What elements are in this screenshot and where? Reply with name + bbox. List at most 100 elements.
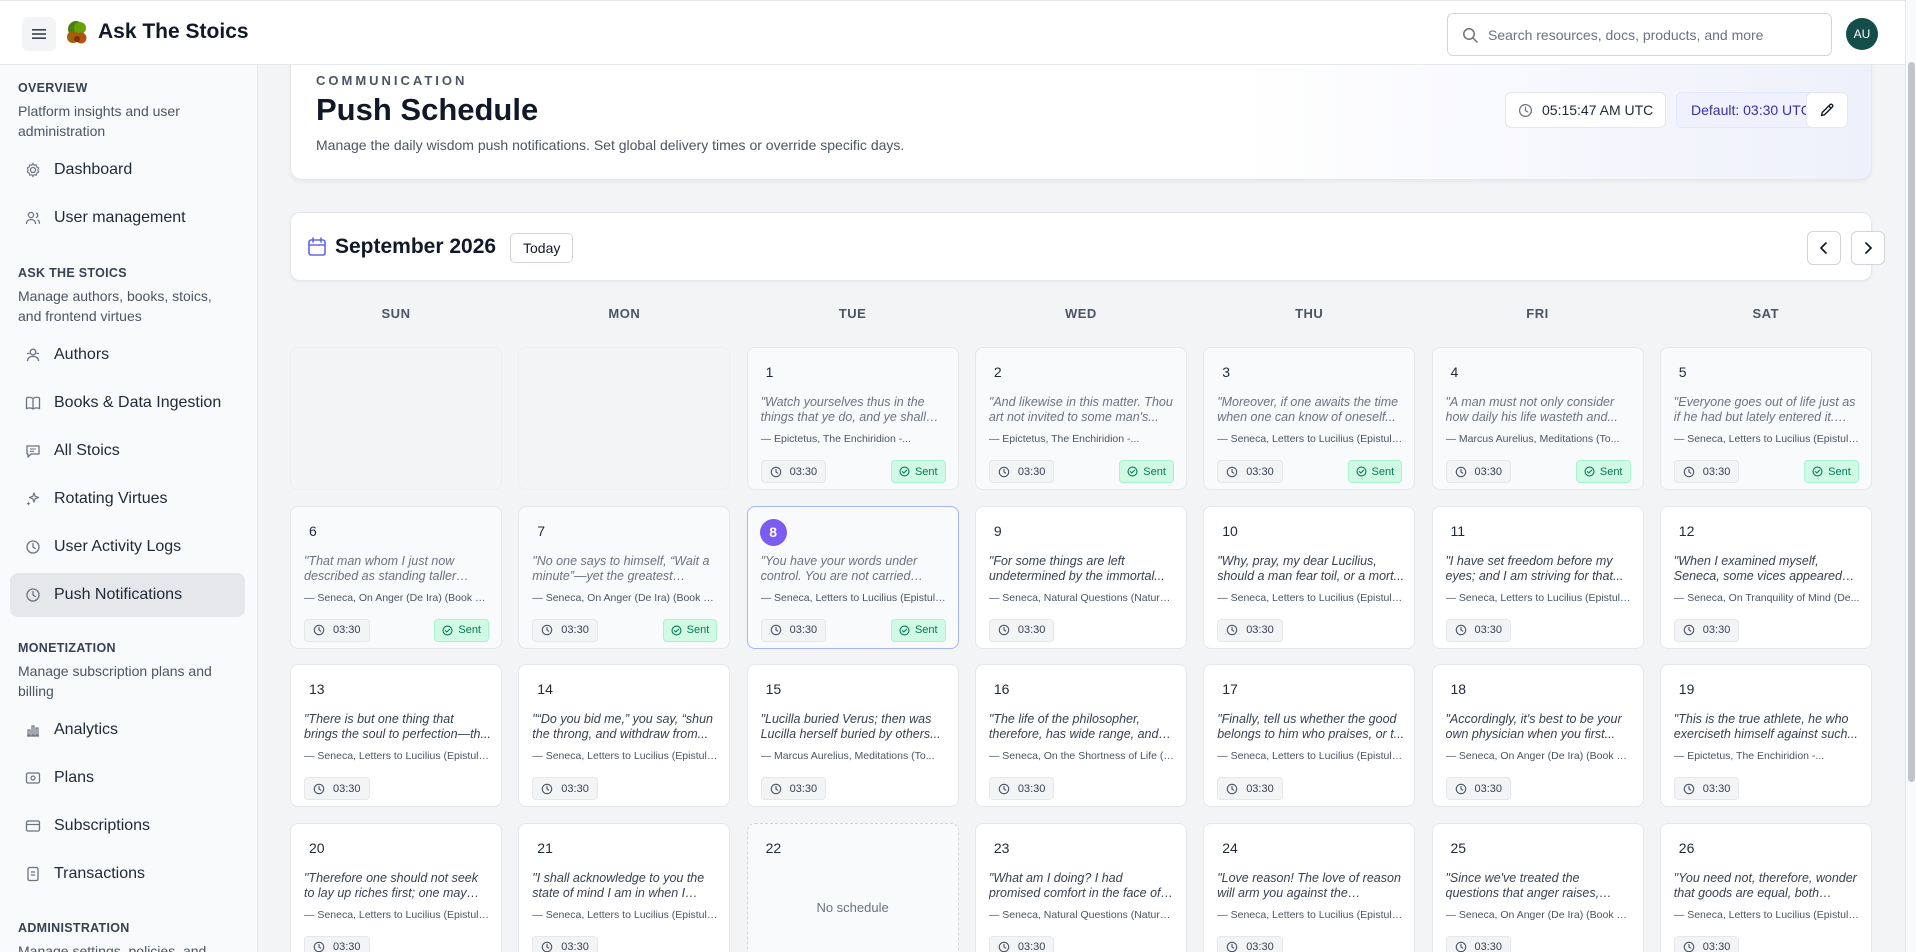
- sidebar-item-analytics[interactable]: Analytics: [10, 708, 245, 752]
- today-button[interactable]: Today: [510, 233, 574, 263]
- delivery-time: 03:30: [304, 935, 370, 952]
- calendar-day-today[interactable]: 8 "You have your words under control. You…: [746, 505, 959, 649]
- quote-source: — Seneca, Natural Questions (Naturale...: [988, 591, 1176, 604]
- sidebar-item-rotating-virtues[interactable]: Rotating Virtues: [10, 477, 245, 521]
- calendar-day[interactable]: 4 "A man must not only consider how daily…: [1431, 347, 1644, 490]
- calendar-day[interactable]: 23 "What am I doing? I had promised comfo…: [974, 822, 1187, 952]
- clock-icon: [1455, 624, 1466, 636]
- app-name: Ask The Stoics: [98, 20, 249, 43]
- clock-icon: [542, 783, 553, 794]
- sidebar-item-label: Subscriptions: [54, 817, 151, 834]
- calendar-day[interactable]: 2 "And likewise in this matter. Thou art …: [974, 347, 1187, 490]
- calendar-day[interactable]: 7 "No one says to himself, “Wait a minute…: [518, 505, 731, 649]
- check-circle-icon: [671, 624, 682, 636]
- calendar-day[interactable]: 10 "Why, pray, my dear Lucilius, should a…: [1203, 505, 1416, 649]
- delivery-time-value: 03:30: [789, 465, 818, 478]
- calendar-day[interactable]: 16 "The life of the philosopher, therefor…: [974, 664, 1187, 807]
- sent-label: Sent: [458, 624, 481, 636]
- sidebar-item-transactions[interactable]: Transactions: [10, 852, 245, 896]
- clock-icon: [1683, 941, 1695, 952]
- weekday-header: THU: [1295, 306, 1324, 321]
- previous-month-button[interactable]: [1807, 231, 1841, 265]
- quote-source: — Seneca, Letters to Lucilius (Epistula.…: [532, 908, 720, 921]
- delivery-time-value: 03:30: [1702, 624, 1731, 636]
- sidebar-item-plans[interactable]: Plans: [10, 756, 245, 800]
- next-month-button[interactable]: [1851, 231, 1885, 265]
- calendar-day[interactable]: 13 "There is but one thing that brings th…: [290, 664, 502, 807]
- calendar-day[interactable]: 25 "Since we've treated the questions tha…: [1431, 822, 1644, 952]
- sidebar-item-push-notifications[interactable]: Push Notifications: [10, 573, 245, 617]
- sidebar-item-dashboard[interactable]: Dashboard: [10, 148, 245, 192]
- calendar-day[interactable]: 1 "Watch yourselves thus in the things th…: [746, 347, 959, 490]
- delivery-time-value: 03:30: [561, 941, 589, 952]
- weekday-header: MON: [608, 306, 641, 321]
- calendar-day[interactable]: 20 "Therefore one should not seek to lay …: [290, 822, 502, 952]
- calendar-day-empty: [518, 347, 731, 490]
- delivery-time-value: 03:30: [1017, 624, 1046, 636]
- delivery-time: 03:30: [532, 935, 598, 952]
- delivery-time: 03:30: [532, 777, 598, 800]
- calendar-day[interactable]: 6 "That man whom I just now described as …: [290, 505, 502, 649]
- calendar-day[interactable]: 17 "Finally, tell us whether the good bel…: [1203, 664, 1416, 807]
- sent-badge: Sent: [1347, 460, 1403, 483]
- calendar-day[interactable]: 19 "This is the true athlete, he who exer…: [1659, 664, 1872, 807]
- day-number: 8: [759, 518, 787, 546]
- search-input[interactable]: [1488, 26, 1818, 43]
- brand[interactable]: Ask The Stoics: [64, 19, 249, 45]
- calendar-day[interactable]: 14 "“Do you bid me,” you say, “shun the t…: [518, 664, 731, 807]
- calendar-day[interactable]: 26 "You need not, therefore, wonder that …: [1659, 822, 1872, 952]
- delivery-time: 03:30: [1673, 460, 1740, 483]
- sent-badge: Sent: [890, 460, 946, 483]
- page-header: COMMUNICATION Push Schedule Manage the d…: [290, 65, 1872, 180]
- avatar[interactable]: AU: [1846, 18, 1878, 50]
- sidebar-item-user-activity-logs[interactable]: User Activity Logs: [10, 525, 245, 569]
- page-scrollbar[interactable]: [1905, 0, 1916, 952]
- delivery-time-value: 03:30: [1474, 782, 1503, 795]
- calendar-day[interactable]: 15 "Lucilla buried Verus; then was Lucill…: [746, 664, 959, 807]
- quote-source: — Seneca, Letters to Lucilius (Epistula.…: [1217, 908, 1405, 921]
- calendar-day[interactable]: 3 "Moreover, if one awaits the time when …: [1203, 347, 1416, 490]
- weekday-header: SAT: [1752, 306, 1780, 321]
- sidebar-item-authors[interactable]: Authors: [10, 333, 245, 377]
- delivery-time: 03:30: [304, 777, 370, 800]
- search-box[interactable]: [1447, 13, 1832, 56]
- calendar-day[interactable]: 11 "I have set freedom before my eyes; an…: [1431, 505, 1644, 649]
- delivery-time-value: 03:30: [1702, 782, 1731, 795]
- quote-text: "The life of the philosopher, therefore,…: [988, 712, 1159, 741]
- calendar-day[interactable]: 18 "Accordingly, it's best to be your own…: [1431, 664, 1644, 807]
- delivery-time-value: 03:30: [789, 624, 818, 636]
- quote-source: — Seneca, Letters to Lucilius (Epistula.…: [1673, 908, 1861, 921]
- calendar-day[interactable]: 12 "When I examined myself, Seneca, some …: [1659, 505, 1872, 649]
- menu-toggle-button[interactable]: [22, 17, 56, 51]
- calendar-day[interactable]: 22 No schedule: [746, 822, 959, 952]
- scrollbar-thumb[interactable]: [1908, 62, 1915, 782]
- quote-source: — Seneca, Letters to Lucilius (Epistula.…: [1445, 591, 1633, 604]
- delivery-time: 03:30: [1673, 935, 1740, 952]
- day-number: 17: [1222, 681, 1238, 697]
- delivery-time: 03:30: [760, 618, 827, 642]
- sidebar-item-books[interactable]: Books & Data Ingestion: [10, 381, 245, 425]
- quote-text: "When I examined myself, Seneca, some vi…: [1673, 553, 1842, 583]
- sidebar-item-user-management[interactable]: User management: [10, 196, 245, 240]
- calendar-day[interactable]: 5 "Everyone goes out of life just as if h…: [1659, 347, 1872, 490]
- day-number: 21: [537, 839, 553, 856]
- calendar-day[interactable]: 9 "For some things are left undetermined …: [974, 505, 1187, 649]
- clock-icon: [313, 941, 325, 952]
- check-circle-icon: [1356, 466, 1367, 477]
- bell-icon: [24, 586, 42, 604]
- delivery-time: 03:30: [1217, 460, 1283, 483]
- sidebar-item-label: Plans: [54, 769, 95, 786]
- calendar-day[interactable]: 24 "Love reason! The love of reason will …: [1203, 822, 1416, 952]
- sidebar-item-all-stoics[interactable]: All Stoics: [10, 429, 245, 473]
- quote-source: — Seneca, On the Shortness of Life (D...: [988, 750, 1176, 762]
- delivery-time: 03:30: [1445, 460, 1512, 483]
- section-title-administration: ADMINISTRATION: [18, 921, 130, 935]
- card-icon: [24, 769, 42, 787]
- clock-icon: [770, 783, 781, 794]
- list-icon: [24, 817, 42, 835]
- day-number: 7: [537, 522, 546, 539]
- chart-icon: [24, 721, 42, 739]
- calendar-day[interactable]: 21 "I shall acknowledge to you the state …: [518, 822, 731, 952]
- sidebar-item-subscriptions[interactable]: Subscriptions: [10, 804, 245, 848]
- edit-default-time-button[interactable]: [1806, 92, 1848, 128]
